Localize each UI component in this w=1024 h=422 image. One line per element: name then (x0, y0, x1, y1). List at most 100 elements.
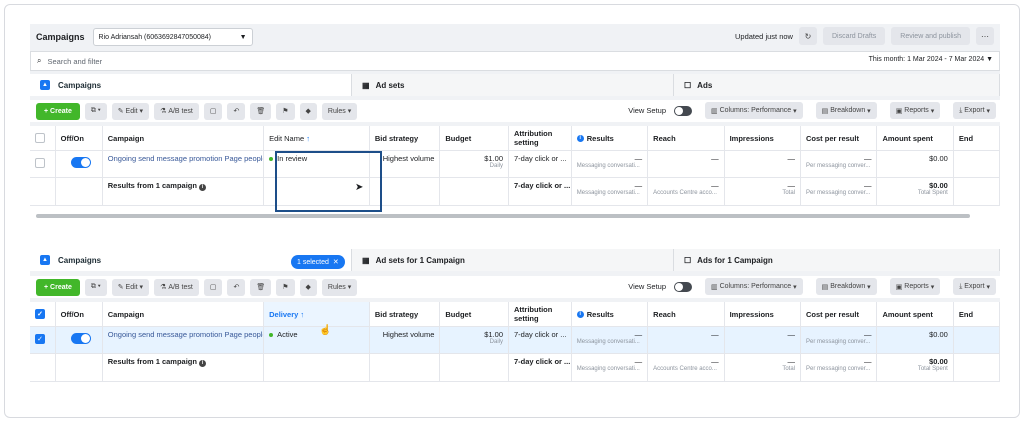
header-budget[interactable]: Budget (440, 126, 509, 150)
header-checkbox-cell[interactable]: ✓ (30, 302, 56, 326)
summary-label: Results from 1 campaign (107, 181, 197, 190)
header-delivery[interactable]: Edit Name ↑ (264, 126, 370, 150)
header-attribution[interactable]: Attribution setting (509, 302, 572, 326)
reports-button[interactable]: ▣ Reports ▾ (889, 278, 941, 295)
flag-icon[interactable]: ⚑ (276, 102, 295, 120)
row-toggle-cell[interactable] (56, 151, 103, 177)
row-checkbox-cell[interactable]: ✓ (30, 327, 56, 353)
rules-button[interactable]: Rules ▾ (321, 278, 358, 296)
horizontal-scrollbar[interactable] (36, 214, 970, 218)
table-row[interactable]: Ongoing send message promotion Page peop… (30, 151, 1001, 178)
header-end[interactable]: End (954, 126, 1001, 150)
view-setup-toggle[interactable] (674, 281, 693, 292)
breakdown-button[interactable]: ▤ Breakdown ▾ (815, 102, 877, 119)
undo-icon[interactable]: ↶ (227, 278, 246, 296)
selected-badge[interactable]: 1 selected ✕ (291, 255, 345, 269)
summary-budget (440, 178, 509, 205)
search-bar[interactable]: ⌕ Search and filter This month: 1 Mar 20… (30, 51, 1000, 71)
abtest-button[interactable]: ⚗ A/B test (154, 102, 199, 120)
header-impressions[interactable]: Impressions (725, 126, 802, 150)
budget-cell[interactable]: $1.00 Daily (440, 327, 509, 353)
export-button[interactable]: ⤓ Export ▾ (953, 102, 996, 119)
summary-results: — Messaging conversati... (572, 178, 649, 205)
breakdown-button[interactable]: ▤ Breakdown ▾ (815, 278, 877, 295)
header-spent[interactable]: Amount spent (877, 302, 954, 326)
tab-adsets[interactable]: ▦ Ad sets (352, 74, 674, 96)
header-campaign[interactable]: Campaign (103, 126, 265, 150)
campaign-toggle[interactable] (70, 157, 91, 168)
date-range-picker[interactable]: This month: 1 Mar 2024 - 7 Mar 2024 ▼ (869, 56, 993, 63)
row-checkbox[interactable]: ✓ (35, 334, 45, 344)
close-icon[interactable]: ✕ (333, 258, 339, 266)
search-input[interactable]: Search and filter (47, 57, 102, 66)
header-spent[interactable]: Amount spent (877, 126, 954, 150)
more-icon[interactable]: ⋯ (976, 27, 994, 45)
header-checkbox-cell[interactable] (30, 126, 56, 150)
campaigns-icon: ▲ (40, 255, 50, 265)
columns-button[interactable]: ▥ Columns: Performance ▾ (705, 278, 803, 295)
edit-button[interactable]: ✎ Edit ▾ (111, 278, 150, 296)
header-results[interactable]: i Results (572, 126, 649, 150)
delete-icon[interactable]: 🗑 (250, 102, 272, 120)
view-setup-label: View Setup (628, 282, 667, 291)
duplicate-button[interactable]: ⧉ ▾ (84, 278, 107, 296)
columns-label: Columns: Performance (719, 107, 792, 114)
reports-button[interactable]: ▣ Reports ▾ (889, 102, 941, 119)
header-attribution[interactable]: Attribution setting (509, 126, 572, 150)
header-end[interactable]: End (954, 302, 1001, 326)
export-button[interactable]: ⤓ Export ▾ (953, 278, 996, 295)
summary-cpr-value: — (863, 357, 872, 366)
cpr-cell: — Per messaging conver... (801, 151, 878, 177)
table-row[interactable]: ✓ Ongoing send message promotion Page pe… (30, 327, 1001, 354)
columns-button[interactable]: ▥ Columns: Performance ▾ (705, 102, 803, 119)
select-all-checkbox[interactable]: ✓ (35, 309, 45, 319)
view-setup-toggle[interactable] (674, 105, 693, 116)
header-bid[interactable]: Bid strategy (370, 126, 441, 150)
create-button[interactable]: + Create (36, 102, 80, 120)
create-button[interactable]: + Create (36, 278, 80, 296)
review-publish-button[interactable]: Review and publish (891, 27, 970, 45)
header-results[interactable]: i Results (572, 302, 649, 326)
abtest-button[interactable]: ⚗ A/B test (154, 278, 199, 296)
summary-label: Results from 1 campaign (107, 357, 197, 366)
tag-icon[interactable]: ◆ (299, 102, 317, 120)
summary-label-cell: Results from 1 campaign i (103, 178, 265, 205)
rules-button[interactable]: Rules ▾ (321, 102, 358, 120)
campaign-toggle[interactable] (70, 333, 91, 344)
row-toggle-cell[interactable] (56, 327, 103, 353)
header-delivery[interactable]: Delivery ↑ (264, 302, 370, 326)
undo-icon[interactable]: ↶ (227, 102, 246, 120)
edit-button[interactable]: ✎ Edit ▾ (111, 102, 150, 120)
tab-campaigns[interactable]: ▲ Campaigns (30, 74, 352, 96)
header-reach[interactable]: Reach (648, 126, 725, 150)
tab-adsets[interactable]: ▦ Ad sets for 1 Campaign (352, 249, 674, 271)
delete-icon[interactable]: 🗑 (250, 278, 272, 296)
tag-icon[interactable]: ◆ (299, 278, 317, 296)
tab-ads[interactable]: ☐ Ads for 1 Campaign (674, 249, 1000, 271)
discard-drafts-button[interactable]: Discard Drafts (822, 27, 886, 45)
tab-ads[interactable]: ☐ Ads (674, 74, 1000, 96)
campaign-name-link[interactable]: Ongoing send message promotion Page peop… (103, 327, 265, 353)
header-cpr[interactable]: Cost per result (801, 302, 878, 326)
account-selector[interactable]: Rio Adriansah (6063692847050084) ▼ (92, 28, 253, 46)
header-cpr[interactable]: Cost per result (801, 126, 878, 150)
clipboard-icon[interactable]: ▢ (203, 102, 223, 120)
header-impressions[interactable]: Impressions (725, 302, 802, 326)
campaigns-panel-after: ▲ Campaigns ▦ Ad sets for 1 Campaign ☐ A… (30, 249, 1001, 391)
refresh-icon[interactable]: ↻ (798, 27, 817, 45)
header-campaign[interactable]: Campaign (103, 302, 265, 326)
row-checkbox-cell[interactable] (30, 151, 56, 177)
clipboard-icon[interactable]: ▢ (203, 278, 223, 296)
campaigns-table: ✓ Off/On Campaign Delivery ↑ Bid strateg… (30, 302, 1001, 391)
row-checkbox[interactable] (35, 158, 45, 168)
header-reach[interactable]: Reach (648, 302, 725, 326)
campaign-name-link[interactable]: Ongoing send message promotion Page peop… (103, 151, 265, 177)
duplicate-button[interactable]: ⧉ ▾ (84, 102, 107, 120)
campaigns-icon: ▲ (40, 80, 50, 90)
select-all-checkbox[interactable] (35, 133, 45, 143)
budget-cell[interactable]: $1.00 Daily (440, 151, 509, 177)
header-budget[interactable]: Budget (440, 302, 509, 326)
header-bid[interactable]: Bid strategy (370, 302, 441, 326)
flag-icon[interactable]: ⚑ (276, 278, 295, 296)
cpr-value: — (863, 154, 872, 163)
